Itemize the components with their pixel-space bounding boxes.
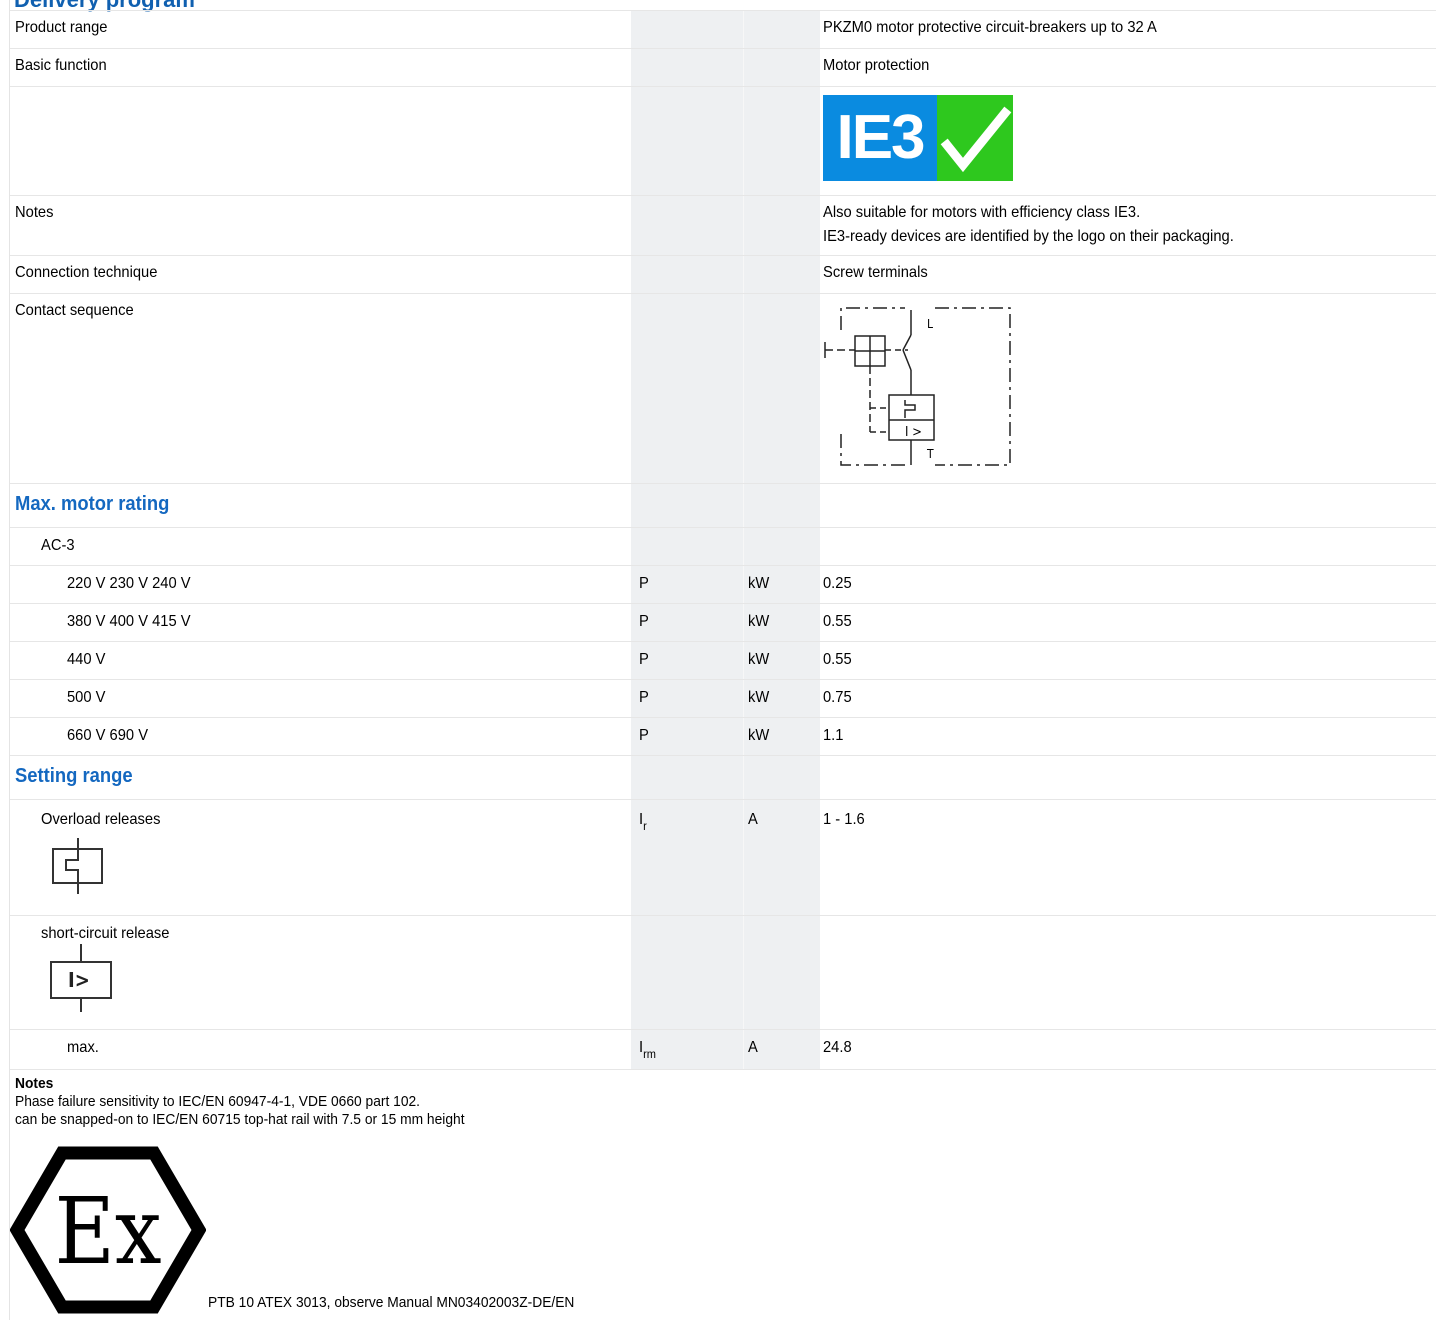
diagram-label-l: L xyxy=(927,317,933,331)
magnetic-release-icon: I> xyxy=(50,944,112,1012)
max-unit: A xyxy=(748,1039,758,1056)
section-setting-range: Setting range xyxy=(10,755,1436,799)
motor-rating-row: 440 V P kW 0.55 xyxy=(10,641,1436,679)
setting-range-title: Setting range xyxy=(15,765,133,787)
row-ac3: AC-3 xyxy=(10,527,1436,565)
row-short-circuit-release: short-circuit release xyxy=(10,915,1436,1029)
overload-releases-label: Overload releases xyxy=(41,811,161,828)
row-max: max. Irm A 24.8 xyxy=(10,1029,1436,1070)
basic-function-value: Motor protection xyxy=(823,57,930,74)
datasheet-page: Delivery program Product range PKZM0 mot… xyxy=(9,0,1436,1320)
svg-text:Ex: Ex xyxy=(54,1178,161,1285)
section-max-motor-rating: Max. motor rating xyxy=(10,483,1436,527)
connection-technique-value: Screw terminals xyxy=(823,264,928,281)
svg-text:I>: I> xyxy=(68,968,90,992)
motor-rating-row: 380 V 400 V 415 V P kW 0.55 xyxy=(10,603,1436,641)
contact-sequence-diagram: L T I > xyxy=(824,307,1011,466)
ex-atex-logo: Ex xyxy=(10,1146,206,1314)
footer-note-line-1: Phase failure sensitivity to IEC/EN 6094… xyxy=(15,1093,421,1110)
row-overload-releases: Overload releases Ir A 1 - 1.6 xyxy=(10,799,1436,915)
diagram-label-t: T xyxy=(926,447,934,461)
row-basic-function: Basic function Motor protection xyxy=(10,48,1436,86)
row-notes: Notes Also suitable for motors with effi… xyxy=(10,195,1436,255)
footer-note-line-2: can be snapped-on to IEC/EN 60715 top-ha… xyxy=(15,1111,465,1128)
motor-rating-row: 660 V 690 V P kW 1.1 xyxy=(10,717,1436,755)
connection-technique-label: Connection technique xyxy=(15,264,158,281)
short-circuit-release-label: short-circuit release xyxy=(41,925,170,942)
atex-certificate-text: PTB 10 ATEX 3013, observe Manual MN03402… xyxy=(208,1294,575,1311)
motor-rating-row: 500 V P kW 0.75 xyxy=(10,679,1436,717)
ac3-label: AC-3 xyxy=(41,537,75,554)
notes-line-1: Also suitable for motors with efficiency… xyxy=(823,204,1141,221)
row-ie3-logo xyxy=(10,86,1436,195)
footer-notes-title: Notes xyxy=(15,1075,54,1092)
contact-sequence-label: Contact sequence xyxy=(15,302,134,319)
max-value: 24.8 xyxy=(823,1039,852,1056)
overload-unit: A xyxy=(748,811,758,828)
overload-value: 1 - 1.6 xyxy=(823,811,865,828)
overload-symbol: Ir xyxy=(639,811,647,833)
footer-notes: Notes Phase failure sensitivity to IEC/E… xyxy=(15,1075,465,1129)
diagram-label-i: I > xyxy=(905,425,922,440)
max-symbol: Irm xyxy=(639,1039,656,1061)
row-connection-technique: Connection technique Screw terminals xyxy=(10,255,1436,293)
motor-rating-row: 220 V 230 V 240 V P kW 0.25 xyxy=(10,565,1436,603)
notes-line-2: IE3-ready devices are identified by the … xyxy=(823,228,1234,245)
basic-function-label: Basic function xyxy=(15,57,107,74)
max-label: max. xyxy=(67,1039,99,1056)
notes-label: Notes xyxy=(15,204,54,221)
max-motor-rating-title: Max. motor rating xyxy=(15,493,170,515)
row-contact-sequence: Contact sequence xyxy=(10,293,1436,483)
ie3-logo: IE3 xyxy=(823,95,1013,181)
product-range-label: Product range xyxy=(15,19,108,36)
checkmark-icon xyxy=(937,95,1013,181)
product-range-value: PKZM0 motor protective circuit-breakers … xyxy=(823,19,1157,36)
row-product-range: Product range PKZM0 motor protective cir… xyxy=(10,10,1436,48)
thermal-release-icon xyxy=(52,838,103,894)
